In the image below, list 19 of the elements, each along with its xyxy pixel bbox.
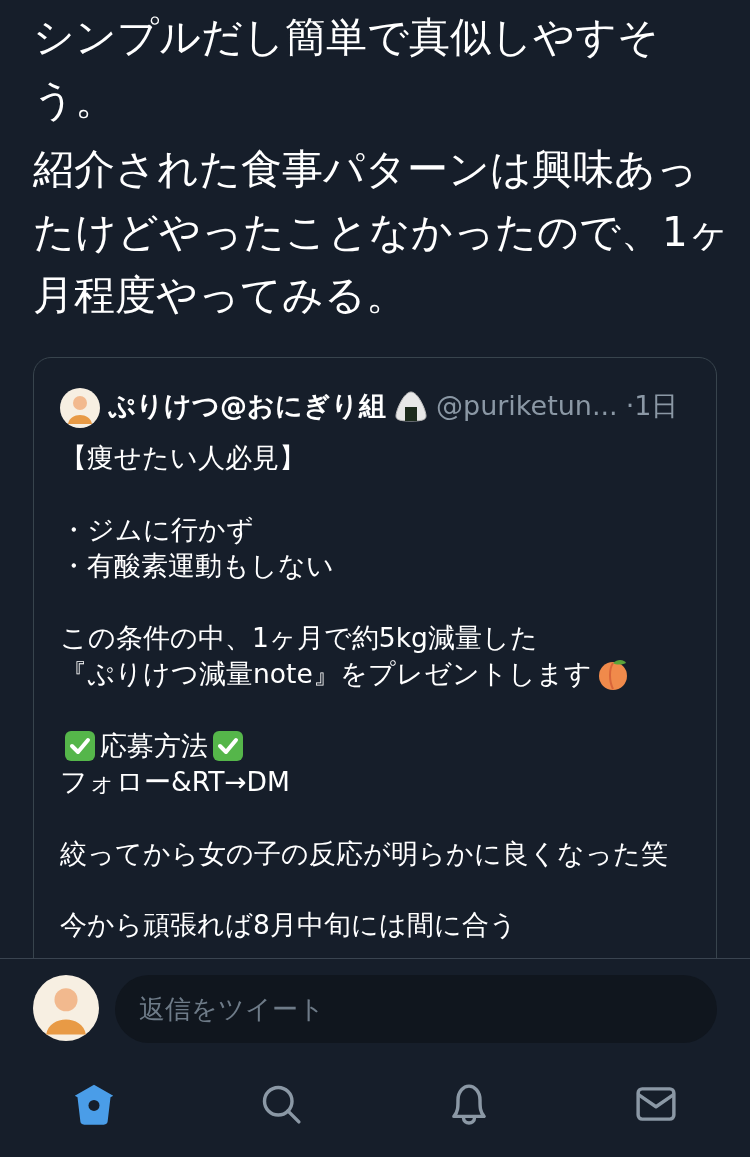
quote-text: ・ジムに行かず (60, 512, 254, 547)
user-avatar (33, 975, 99, 1041)
tweet-text: 紹介された食事パターンは興味あったけどやったことなかったので、1ヶ月程度やってみる。 (33, 144, 731, 321)
check-mark-icon (64, 729, 96, 762)
author-name: ぷりけつ@おにぎり組 (108, 388, 386, 423)
quote-text: 今から頑張れば8月中旬には間に合う (60, 908, 517, 942)
quote-text: 【痩せたい人必見】 (60, 441, 306, 475)
author-handle: @puriketun... (436, 388, 618, 423)
quote-text: この条件の中、1ヶ月で約5kg減量した (60, 620, 538, 655)
timestamp: ·1日 (625, 388, 679, 423)
quote-text: フォロー&RT→DM (60, 765, 290, 799)
check-mark-icon (212, 729, 244, 762)
quote-text: ・有酸素運動もしない (60, 549, 334, 583)
quote-text: 応募方法 (100, 728, 208, 763)
quote-text: 絞ってから女の子の反応が明らかに良くなった笑 (60, 836, 668, 871)
avatar (60, 387, 100, 428)
tweet-text: シンプルだし簡単で真似しやすそう。 (33, 12, 660, 126)
reply-field[interactable]: 返信をツイート (115, 975, 717, 1043)
quote-text: 『ぷりけつ減量note』をプレゼントします (60, 657, 592, 691)
